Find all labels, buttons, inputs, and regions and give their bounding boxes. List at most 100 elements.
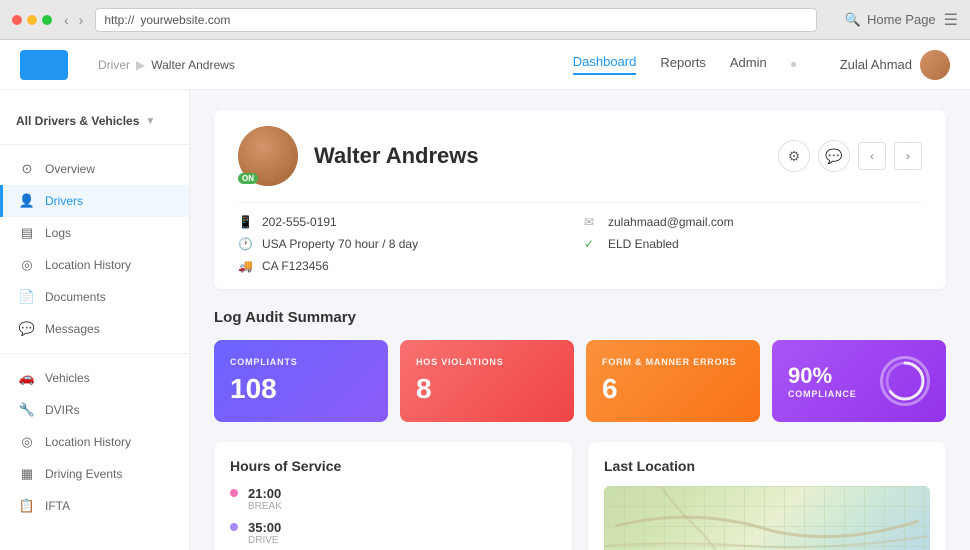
stats-row: COMPLIANTS 108 HOS VIOLATIONS 8 FORM & M… [214, 340, 946, 422]
sidebar-dropdown-label: All Drivers & Vehicles [16, 114, 139, 128]
stat-card-compliance: 90% COMPLIANCE [772, 340, 946, 422]
sidebar-item-label: Drivers [45, 194, 83, 208]
hos-item-break: 21:00 BREAK [230, 486, 556, 512]
hos-time-break: 21:00 [248, 486, 282, 501]
hos-panel-title: Hours of Service [230, 458, 556, 474]
sidebar: All Drivers & Vehicles ▼ ⊙ Overview 👤 Dr… [0, 90, 190, 550]
vehicles-icon: 🚗 [19, 370, 35, 386]
sidebar-item-label: Documents [45, 290, 106, 304]
stat-label-form: FORM & MANNER ERRORS [602, 357, 744, 367]
ifta-icon: 📋 [19, 498, 35, 514]
user-info: Zulal Ahmad [840, 50, 950, 80]
online-badge: ON [238, 173, 258, 184]
driver-eld-row: ✓ ELD Enabled [584, 237, 922, 251]
address-bar[interactable]: http:// yourwebsite.com [95, 8, 816, 32]
back-button[interactable]: ‹ [60, 10, 73, 30]
sidebar-dropdown[interactable]: All Drivers & Vehicles ▼ [0, 106, 189, 136]
sidebar-item-dvirs[interactable]: 🔧 DVIRs [0, 394, 189, 426]
driver-name: Walter Andrews [314, 143, 762, 169]
browser-chrome: ‹ › http:// yourwebsite.com 🔍 Home Page … [0, 0, 970, 40]
location-history-icon: ◎ [19, 257, 35, 273]
sidebar-item-label: Vehicles [45, 371, 90, 385]
settings-button[interactable]: ⚙ [778, 140, 810, 172]
overview-icon: ⊙ [19, 161, 35, 177]
sidebar-item-label: Overview [45, 162, 95, 176]
dvirs-icon: 🔧 [19, 402, 35, 418]
browser-menu-icon[interactable]: ☰ [944, 10, 958, 30]
sidebar-item-documents[interactable]: 📄 Documents [0, 281, 189, 313]
tab-reports[interactable]: Reports [660, 55, 706, 74]
stat-card-compliants: COMPLIANTS 108 [214, 340, 388, 422]
sidebar-item-logs[interactable]: ▤ Logs [0, 217, 189, 249]
sidebar-item-label: Logs [45, 226, 71, 240]
email-icon: ✉ [584, 215, 600, 229]
sidebar-item-location-history-v[interactable]: ◎ Location History [0, 426, 189, 458]
sidebar-item-label: Driving Events [45, 467, 122, 481]
stat-label-compliants: COMPLIANTS [230, 357, 372, 367]
traffic-lights [12, 15, 52, 25]
stat-value-form: 6 [602, 373, 744, 405]
traffic-light-green[interactable] [42, 15, 52, 25]
driver-email-row: ✉ zulahmaad@gmail.com [584, 215, 922, 229]
tab-dashboard[interactable]: Dashboard [573, 54, 637, 75]
clock-icon: 🕐 [238, 237, 254, 251]
driving-events-icon: ▦ [19, 466, 35, 482]
page-title-bar: 🔍 Home Page [845, 12, 936, 28]
hos-item-drive: 35:00 DRIVE [230, 520, 556, 546]
sidebar-item-driving-events[interactable]: ▦ Driving Events [0, 458, 189, 490]
breadcrumb: Driver ▶ Walter Andrews [98, 58, 235, 72]
next-button[interactable]: › [894, 142, 922, 170]
breadcrumb-separator: ▶ [136, 58, 145, 72]
driver-phone: 202-555-0191 [262, 215, 337, 229]
avatar[interactable] [920, 50, 950, 80]
prev-button[interactable]: ‹ [858, 142, 886, 170]
app-header: Driver ▶ Walter Andrews Dashboard Report… [0, 40, 970, 90]
stat-card-hos: HOS VIOLATIONS 8 [400, 340, 574, 422]
hos-type-drive: DRIVE [248, 535, 281, 546]
hos-panel: Hours of Service 21:00 BREAK 35:00 DR [214, 442, 572, 550]
driver-phone-row: 📱 202-555-0191 [238, 215, 576, 229]
documents-icon: 📄 [19, 289, 35, 305]
sidebar-item-ifta[interactable]: 📋 IFTA [0, 490, 189, 522]
header-dot [791, 62, 796, 67]
stat-label-compliance: COMPLIANCE [788, 389, 857, 399]
audit-section-title: Log Audit Summary [214, 309, 946, 326]
sidebar-item-label: Messages [45, 322, 100, 336]
driver-actions: ⚙ 💬 ‹ › [778, 140, 922, 172]
driver-license-row: 🚚 CA F123456 [238, 259, 576, 273]
hos-items: 21:00 BREAK 35:00 DRIVE [230, 486, 556, 546]
sidebar-item-label: Location History [45, 435, 131, 449]
driver-property-row: 🕐 USA Property 70 hour / 8 day [238, 237, 576, 251]
breadcrumb-root[interactable]: Driver [98, 58, 130, 72]
drivers-icon: 👤 [19, 193, 35, 209]
main-content: ON Walter Andrews ⚙ 💬 ‹ › 📱 202-555-0191… [190, 90, 970, 550]
logo [20, 50, 68, 80]
sidebar-item-drivers[interactable]: 👤 Drivers [0, 185, 189, 217]
driver-email: zulahmaad@gmail.com [608, 215, 734, 229]
traffic-light-red[interactable] [12, 15, 22, 25]
compliance-circle [880, 356, 930, 406]
forward-button[interactable]: › [75, 10, 88, 30]
logs-icon: ▤ [19, 225, 35, 241]
tab-admin[interactable]: Admin [730, 55, 767, 74]
stat-value-hos: 8 [416, 373, 558, 405]
driver-avatar-wrap: ON [238, 126, 298, 186]
url-prefix: http:// [104, 13, 134, 27]
sidebar-item-vehicles[interactable]: 🚗 Vehicles [0, 362, 189, 394]
stat-card-form: FORM & MANNER ERRORS 6 [586, 340, 760, 422]
hos-type-break: BREAK [248, 501, 282, 512]
stat-value-pct: 90% [788, 363, 857, 389]
driver-property: USA Property 70 hour / 8 day [262, 237, 418, 251]
sidebar-item-location-history[interactable]: ◎ Location History [0, 249, 189, 281]
traffic-light-yellow[interactable] [27, 15, 37, 25]
sidebar-item-overview[interactable]: ⊙ Overview [0, 153, 189, 185]
chat-button[interactable]: 💬 [818, 140, 850, 172]
breadcrumb-current: Walter Andrews [151, 58, 235, 72]
bottom-row: Hours of Service 21:00 BREAK 35:00 DR [214, 442, 946, 550]
driver-license: CA F123456 [262, 259, 329, 273]
hos-dot-break [230, 489, 238, 497]
driver-profile-card: ON Walter Andrews ⚙ 💬 ‹ › 📱 202-555-0191… [214, 110, 946, 289]
nav-arrows: ‹ › [60, 10, 87, 30]
sidebar-item-messages[interactable]: 💬 Messages [0, 313, 189, 345]
location-panel-title: Last Location [604, 458, 930, 474]
